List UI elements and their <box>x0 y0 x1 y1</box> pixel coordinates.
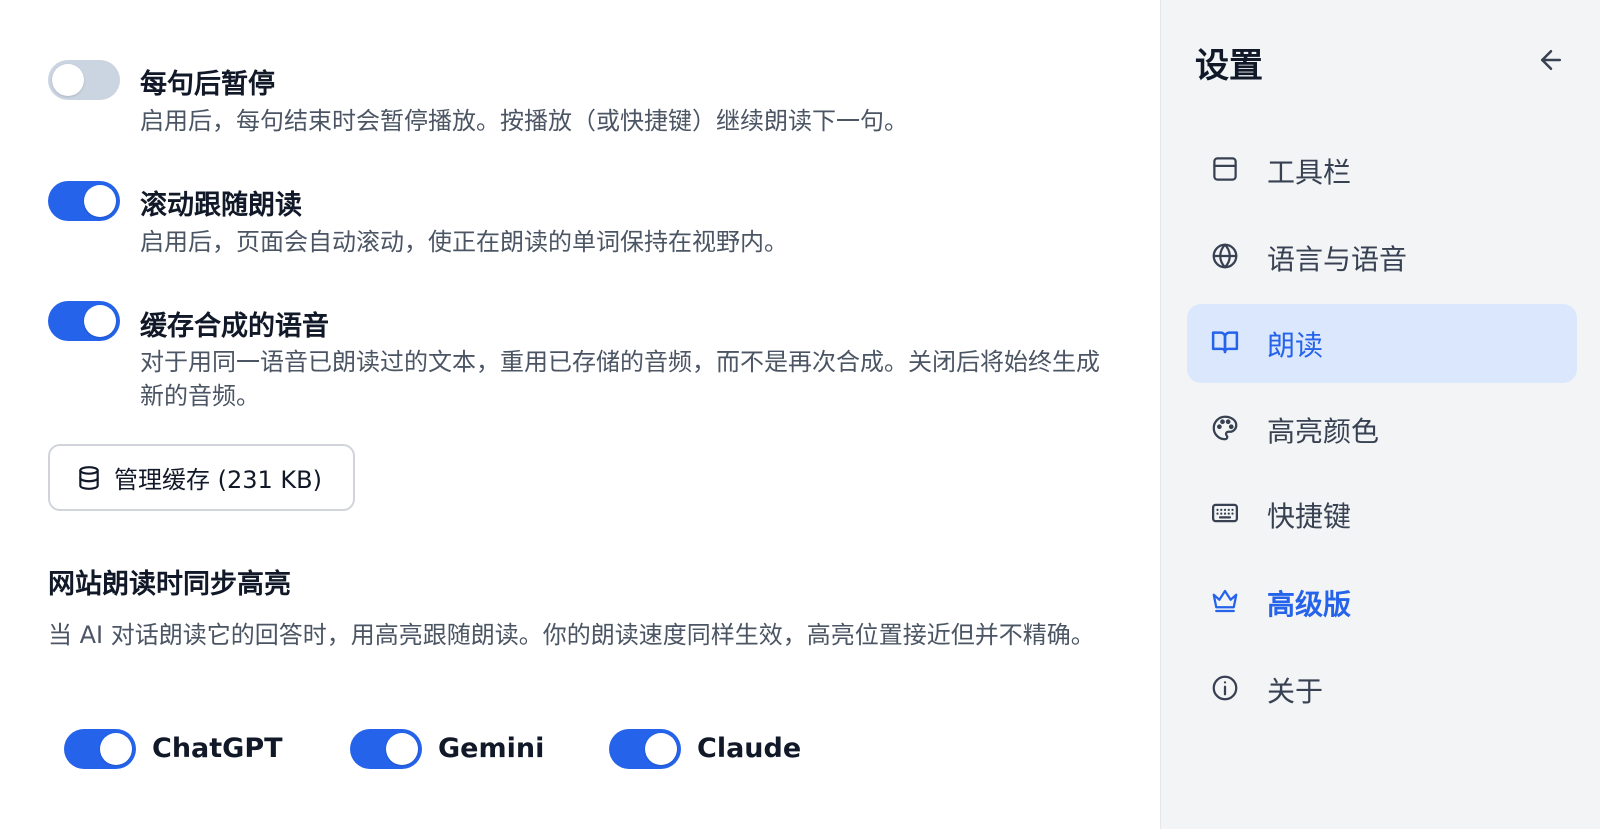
back-button[interactable] <box>1531 40 1571 80</box>
sidebar-item-toolbar[interactable]: 工具栏 <box>1187 131 1577 210</box>
toggle-knob <box>84 305 116 337</box>
sidebar-item-shortcuts[interactable]: 快捷键 <box>1187 475 1577 554</box>
arrow-left-icon <box>1541 50 1561 70</box>
settings-main-panel: 每句后暂停 启用后，每句结束时会暂停播放。按播放（或快捷键）继续朗读下一句。 滚… <box>0 0 1160 829</box>
info-icon <box>1207 670 1243 706</box>
toggle-knob <box>84 185 116 217</box>
chatgpt-toggle[interactable] <box>64 729 136 769</box>
sidebar-item-about[interactable]: 关于 <box>1187 650 1577 729</box>
option-title: 每句后暂停 <box>140 69 275 100</box>
sidebar-item-label: 语言与语音 <box>1267 243 1408 276</box>
sidebar-item-premium[interactable]: 高级版 <box>1187 563 1577 642</box>
option-description: 启用后，页面会自动滚动，使正在朗读的单词保持在视野内。 <box>140 228 788 256</box>
scroll-follow-toggle[interactable] <box>48 181 120 221</box>
sidebar-item-reading[interactable]: 朗读 <box>1187 304 1577 383</box>
option-description: 启用后，每句结束时会暂停播放。按播放（或快捷键）继续朗读下一句。 <box>140 107 908 135</box>
pause-after-sentence-toggle[interactable] <box>48 60 120 100</box>
sidebar-title: 设置 <box>1195 46 1263 86</box>
sidebar-item-label: 快捷键 <box>1267 500 1352 533</box>
settings-sidebar: 设置 工具栏 语言与语音 朗读 高亮颜色 快捷键 高级版 关于 <box>1160 0 1600 829</box>
toggle-knob <box>645 733 677 765</box>
manage-cache-label: 管理缓存 (231 KB) <box>114 466 322 494</box>
gemini-label: Gemini <box>438 733 545 764</box>
sidebar-item-label: 高级版 <box>1267 588 1352 621</box>
palette-icon <box>1207 410 1243 446</box>
toolbar-icon <box>1207 151 1243 187</box>
claude-label: Claude <box>697 733 802 764</box>
cache-audio-toggle[interactable] <box>48 301 120 341</box>
claude-toggle[interactable] <box>609 729 681 769</box>
sidebar-item-label: 工具栏 <box>1267 156 1352 189</box>
sidebar-item-highlight-colors[interactable]: 高亮颜色 <box>1187 390 1577 469</box>
option-title: 滚动跟随朗读 <box>140 190 302 221</box>
section-description: 当 AI 对话朗读它的回答时，用高亮跟随朗读。你的朗读速度同样生效，高亮位置接近… <box>48 621 1095 649</box>
sidebar-item-label: 关于 <box>1267 675 1324 708</box>
sidebar-item-label: 朗读 <box>1267 329 1324 362</box>
crown-icon <box>1207 583 1243 619</box>
toggle-knob <box>52 64 84 96</box>
option-title: 缓存合成的语音 <box>140 311 329 342</box>
sidebar-item-label: 高亮颜色 <box>1267 415 1380 448</box>
globe-icon <box>1207 238 1243 274</box>
section-title: 网站朗读时同步高亮 <box>48 569 291 600</box>
keyboard-icon <box>1207 495 1243 531</box>
gemini-toggle[interactable] <box>350 729 422 769</box>
toggle-knob <box>100 733 132 765</box>
toggle-knob <box>386 733 418 765</box>
chatgpt-label: ChatGPT <box>152 733 283 764</box>
sidebar-item-language-voice[interactable]: 语言与语音 <box>1187 218 1577 297</box>
option-description: 对于用同一语音已朗读过的文本，重用已存储的音频，而不是再次合成。关闭后将始终生成… <box>140 348 1100 410</box>
manage-cache-button[interactable]: 管理缓存 (231 KB) <box>48 444 355 511</box>
database-icon <box>79 465 99 490</box>
book-icon <box>1207 324 1243 360</box>
